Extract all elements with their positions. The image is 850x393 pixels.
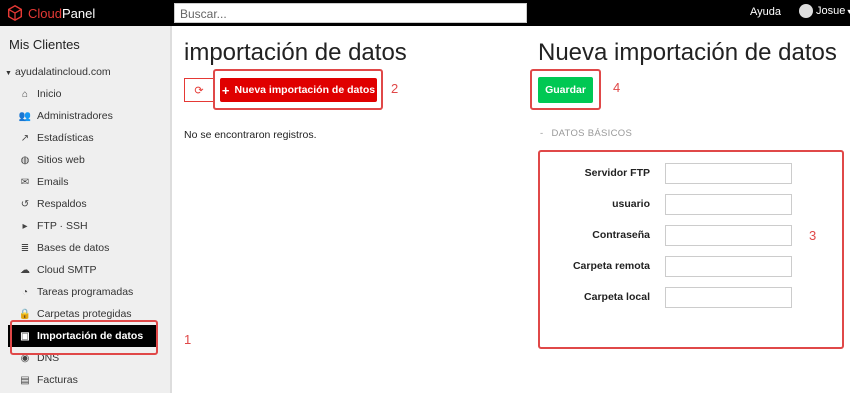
avatar <box>799 4 813 18</box>
sidebar-item-cloud-smtp[interactable]: ☁ Cloud SMTP <box>8 259 157 281</box>
sidebar-item-sitios-web[interactable]: ◍ Sitios web <box>8 149 157 171</box>
sidebar-item-estadisticas[interactable]: ↗ Estadísticas <box>8 127 157 149</box>
annotation-number-3: 3 <box>809 228 817 243</box>
section-header[interactable]: - DATOS BÁSICOS <box>540 128 632 139</box>
collapse-icon: - <box>540 128 544 139</box>
refresh-button[interactable]: ⟳ <box>184 78 214 102</box>
clock-icon: ◔ <box>21 286 29 298</box>
sidebar-item-administradores[interactable]: 👥 Administradores <box>8 105 157 127</box>
sidebar-item-respaldos[interactable]: ↺ Respaldos <box>8 193 157 215</box>
help-link[interactable]: Ayuda <box>750 6 781 18</box>
mail-icon: ✉ <box>20 176 30 188</box>
sidebar-item-emails[interactable]: ✉ Emails <box>8 171 157 193</box>
logo-icon <box>7 4 23 22</box>
stats-icon: ↗ <box>20 132 30 144</box>
refresh-icon: ⟳ <box>194 84 204 97</box>
terminal-icon: ▸ <box>22 220 28 232</box>
logo[interactable]: CloudPanel <box>6 4 95 22</box>
sidebar-item-ftp-ssh[interactable]: ▸ FTP · SSH <box>8 215 157 237</box>
triangle-down-icon: ▼ <box>5 70 12 77</box>
sidebar-item-tareas-programadas[interactable]: ◔ Tareas programadas <box>8 281 157 303</box>
annotation-box-3 <box>538 150 844 349</box>
user-name: Josue <box>816 5 846 17</box>
globe-icon: ◍ <box>20 154 30 166</box>
empty-message: No se encontraron registros. <box>184 129 317 141</box>
lock-icon: 🔒 <box>18 308 32 320</box>
cloud-icon: ☁ <box>20 264 30 276</box>
annotation-box-1 <box>10 320 158 355</box>
invoice-icon: ▤ <box>20 374 30 386</box>
sidebar-item-bases-de-datos[interactable]: ≣ Bases de datos <box>8 237 157 259</box>
search-input[interactable]: Buscar... <box>174 3 527 23</box>
logo-text: CloudPanel <box>28 5 96 21</box>
user-menu[interactable]: Josue ▾ <box>799 4 850 18</box>
annotation-number-4: 4 <box>613 80 621 95</box>
page-title: importación de datos <box>184 39 407 66</box>
annotation-box-2 <box>213 69 383 110</box>
sidebar-item-inicio[interactable]: ⌂ Inicio <box>8 83 157 105</box>
annotation-box-4 <box>530 69 601 110</box>
domain-toggle[interactable]: ▼ ayudalatincloud.com <box>5 66 111 78</box>
annotation-number-1: 1 <box>184 332 192 347</box>
sidebar-item-facturas[interactable]: ▤ Facturas <box>8 369 157 391</box>
users-icon: 👥 <box>18 110 32 122</box>
sidebar-title: Mis Clientes <box>9 37 80 52</box>
form-title: Nueva importación de datos <box>538 39 837 66</box>
top-bar: CloudPanel Buscar... Ayuda Josue ▾ <box>0 0 850 26</box>
database-icon: ≣ <box>20 242 30 254</box>
annotation-number-2: 2 <box>391 81 399 96</box>
home-icon: ⌂ <box>21 88 29 100</box>
history-icon: ↺ <box>20 198 30 210</box>
